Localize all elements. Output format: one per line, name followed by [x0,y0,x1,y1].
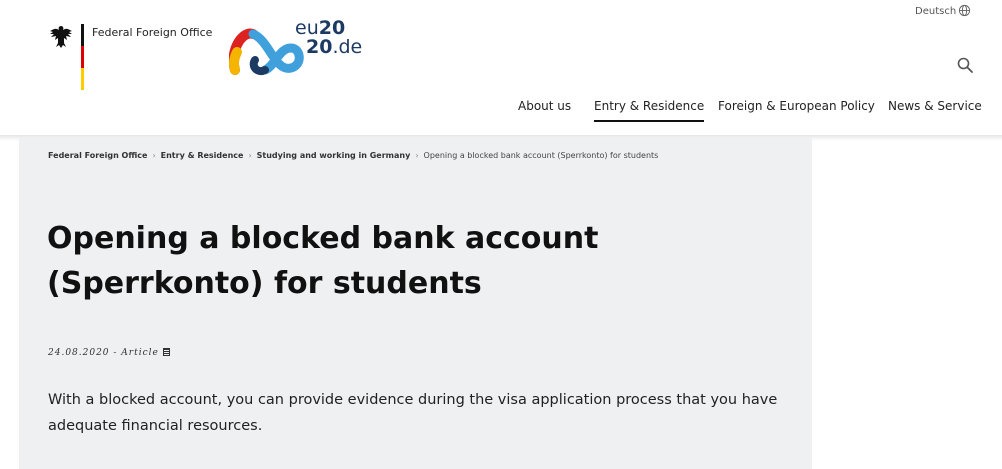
page-title: Opening a blocked bank account (Sperrkon… [47,221,599,301]
chevron-right-icon: › [248,151,252,160]
german-flag-bar [81,24,84,90]
eagle-icon[interactable] [48,24,74,50]
chevron-right-icon: › [415,151,419,160]
search-icon[interactable] [956,56,974,74]
document-icon [162,348,170,356]
nav-foreign-european-policy[interactable]: Foreign & European Policy [718,99,875,113]
chevron-right-icon: › [152,151,156,160]
globe-icon[interactable] [958,4,971,17]
nav-about-us[interactable]: About us [518,99,571,113]
article-meta: 24.08.2020 - Article [48,348,170,358]
language-switch[interactable]: Deutsch [915,6,956,17]
eu2020-logo-text-line2: 20.de [306,36,363,58]
nav-entry-residence[interactable]: Entry & Residence [594,99,705,122]
article-date-type: 24.08.2020 - Article [48,348,159,358]
breadcrumb-item-entry-residence[interactable]: Entry & Residence [161,151,244,160]
eu2020-logo-text-line1: eu20 [295,17,346,39]
breadcrumb-item-federal-foreign-office[interactable]: Federal Foreign Office [48,151,147,160]
breadcrumb-item-current: Opening a blocked bank account (Sperrkon… [423,151,659,160]
ministry-name[interactable]: Federal Foreign Office [92,26,212,39]
site-header: Federal Foreign Office eu20 20.de Deutsc… [0,0,1002,136]
breadcrumb-item-studying-working[interactable]: Studying and working in Germany [257,151,411,160]
nav-news-service[interactable]: News & Service [888,99,982,113]
breadcrumb: Federal Foreign Office › Entry & Residence… [48,151,658,160]
article-intro: With a blocked account, you can provide … [48,392,778,434]
